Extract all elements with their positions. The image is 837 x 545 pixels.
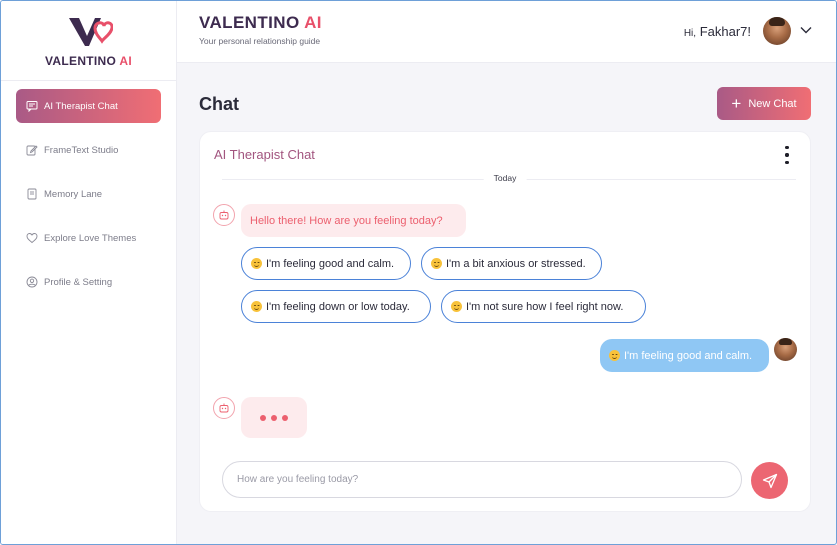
brand-name: VALENTINO (199, 13, 300, 32)
brand-subtitle: Your personal relationship guide (199, 36, 321, 46)
brand-ai: AI (304, 13, 322, 32)
chat-title: AI Therapist Chat (214, 147, 315, 162)
top-header: VALENTINO AI Your personal relationship … (177, 1, 836, 63)
typing-indicator (241, 397, 307, 438)
message-input-wrapper (222, 461, 742, 498)
logo-wordmark: VALENTINO AI (45, 54, 132, 68)
sidebar-item-label: FrameText Studio (44, 144, 119, 156)
smile-emoji-icon (251, 258, 262, 269)
quick-reply-option[interactable]: I'm feeling good and calm. (241, 247, 411, 280)
avatar (774, 338, 797, 361)
quick-reply-option[interactable]: I'm not sure how I feel right now. (441, 290, 646, 323)
sidebar-item-frametext-studio[interactable]: FrameText Studio (16, 133, 161, 167)
user-greeting: Hi, Fakhar7! (684, 24, 751, 39)
quick-reply-label: I'm a bit anxious or stressed. (446, 257, 586, 270)
bot-message-bubble: Hello there! How are you feeling today? (241, 204, 466, 237)
quick-reply-label: I'm feeling down or low today. (266, 300, 410, 313)
sidebar-item-ai-therapist-chat[interactable]: AI Therapist Chat (16, 89, 161, 123)
logo[interactable]: VALENTINO AI (1, 1, 176, 81)
smile-emoji-icon (609, 350, 620, 361)
edit-icon (26, 144, 38, 156)
user-message-bubble: I'm feeling good and calm. (600, 339, 769, 372)
logo-ai: AI (119, 53, 132, 68)
book-icon (26, 188, 38, 200)
quick-reply-label: I'm not sure how I feel right now. (466, 300, 624, 313)
valentino-logo-icon (68, 17, 113, 46)
sad-emoji-icon (251, 301, 262, 312)
sidebar-item-profile-setting[interactable]: Profile & Setting (16, 265, 161, 299)
sidebar: VALENTINO AI AI Therapist Chat FrameText… (1, 1, 177, 544)
send-icon (762, 473, 777, 488)
page-title: Chat (199, 94, 239, 114)
more-options-icon[interactable] (782, 146, 792, 164)
quick-reply-option[interactable]: I'm feeling down or low today. (241, 290, 431, 323)
sidebar-item-label: AI Therapist Chat (44, 100, 118, 112)
heart-icon (26, 232, 38, 244)
avatar[interactable] (763, 17, 791, 45)
sidebar-item-memory-lane[interactable]: Memory Lane (16, 177, 161, 211)
logo-name: VALENTINO (45, 53, 117, 68)
chevron-down-icon[interactable] (799, 23, 813, 37)
sidebar-nav: AI Therapist Chat FrameText Studio Memor… (1, 81, 176, 299)
anxious-emoji-icon (431, 258, 442, 269)
sidebar-item-label: Profile & Setting (44, 276, 113, 288)
send-button[interactable] (751, 462, 788, 499)
user-message-text: I'm feeling good and calm. (624, 349, 753, 362)
app-window: VALENTINO AI AI Therapist Chat FrameText… (0, 0, 837, 545)
bot-message-text: Hello there! How are you feeling today? (250, 214, 443, 227)
user-circle-icon (26, 276, 38, 288)
greeting-hi: Hi, (683, 28, 697, 39)
greeting-name: Fakhar7! (699, 24, 751, 39)
bot-icon (213, 397, 235, 419)
message-input[interactable] (223, 462, 741, 497)
brand-title: VALENTINO AI (199, 13, 322, 33)
sidebar-item-label: Explore Love Themes (44, 232, 137, 244)
day-separator: Today (483, 173, 527, 183)
bot-icon (213, 204, 235, 226)
new-chat-label: New Chat (748, 97, 797, 110)
thinking-emoji-icon (451, 301, 462, 312)
sidebar-item-explore-love-themes[interactable]: Explore Love Themes (16, 221, 161, 255)
new-chat-button[interactable]: + New Chat (717, 87, 811, 120)
chat-icon (26, 100, 38, 112)
quick-reply-label: I'm feeling good and calm. (266, 257, 395, 270)
sidebar-item-label: Memory Lane (44, 188, 103, 200)
quick-reply-option[interactable]: I'm a bit anxious or stressed. (421, 247, 602, 280)
plus-icon: + (731, 94, 742, 113)
